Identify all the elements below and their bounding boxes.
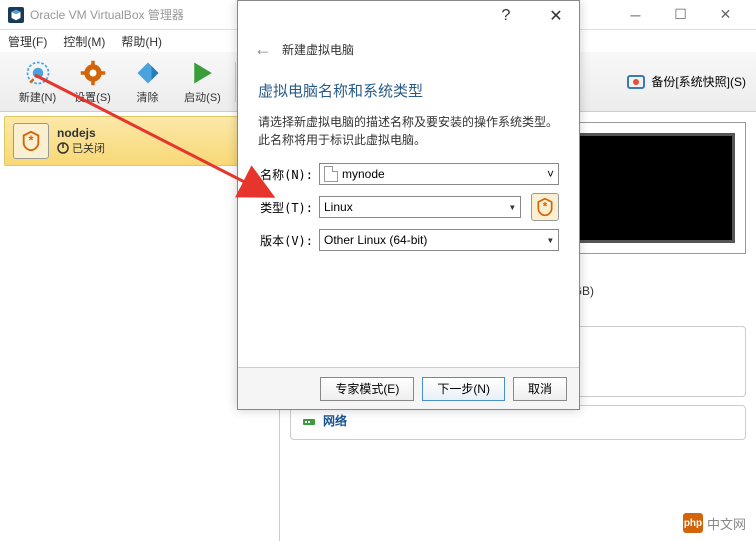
app-icon	[8, 7, 24, 23]
dialog-footer: 专家模式(E) 下一步(N) 取消	[238, 367, 579, 409]
clear-label: 清除	[137, 89, 159, 105]
dialog-title: 新建虚拟电脑	[282, 41, 354, 58]
dialog-header: ← 新建虚拟电脑	[238, 31, 579, 68]
network-icon	[301, 413, 317, 429]
dialog-close-button[interactable]: ✕	[541, 6, 571, 26]
version-select[interactable]: Other Linux (64-bit)	[319, 229, 559, 251]
network-header[interactable]: 网络	[301, 412, 735, 429]
settings-label: 设置(S)	[74, 89, 111, 105]
file-icon	[324, 166, 338, 182]
settings-icon	[79, 59, 107, 87]
start-button[interactable]: 启动(S)	[175, 57, 230, 107]
watermark-text: 中文网	[707, 514, 746, 533]
menu-help[interactable]: 帮助(H)	[121, 33, 162, 50]
name-label: 名称(N):	[258, 166, 313, 183]
close-button[interactable]: ✕	[703, 0, 748, 30]
type-select[interactable]: Linux	[319, 196, 521, 218]
maximize-button[interactable]: ☐	[658, 0, 703, 30]
dialog-heading: 虚拟电脑名称和系统类型	[258, 80, 559, 101]
dialog-body: 虚拟电脑名称和系统类型 请选择新虚拟电脑的描述名称及要安装的操作系统类型。此名称…	[238, 68, 579, 271]
snapshot-icon	[627, 75, 645, 89]
back-icon[interactable]: ←	[254, 39, 272, 60]
new-vm-dialog: ? ✕ ← 新建虚拟电脑 虚拟电脑名称和系统类型 请选择新虚拟电脑的描述名称及要…	[237, 0, 580, 410]
cancel-button[interactable]: 取消	[513, 377, 567, 401]
vm-os-icon: *	[13, 123, 49, 159]
version-label: 版本(V):	[258, 232, 313, 249]
svg-text:*: *	[543, 200, 548, 213]
network-section: 网络	[290, 405, 746, 440]
type-row: 类型(T): Linux *	[258, 193, 559, 221]
name-row: 名称(N): mynode ˅	[258, 163, 559, 185]
toolbar-separator	[235, 62, 236, 102]
power-icon	[57, 142, 69, 154]
clear-button[interactable]: 清除	[120, 57, 175, 107]
clear-icon	[134, 59, 162, 87]
watermark-icon: php	[683, 513, 703, 533]
new-button[interactable]: 新建(N)	[10, 57, 65, 107]
watermark: php 中文网	[683, 513, 746, 533]
name-input[interactable]: mynode ˅	[319, 163, 559, 185]
new-icon	[24, 59, 52, 87]
dialog-description: 请选择新虚拟电脑的描述名称及要安装的操作系统类型。此名称将用于标识此虚拟电脑。	[258, 113, 559, 149]
expert-mode-button[interactable]: 专家模式(E)	[320, 377, 414, 401]
dialog-titlebar: ? ✕	[238, 1, 579, 31]
minimize-button[interactable]: ─	[613, 0, 658, 30]
vm-status: 已关闭	[57, 140, 105, 156]
start-label: 启动(S)	[184, 89, 221, 105]
type-label: 类型(T):	[258, 199, 313, 216]
next-button[interactable]: 下一步(N)	[422, 377, 505, 401]
snapshot-label[interactable]: 备份[系统快照](S)	[651, 73, 746, 90]
menu-manage[interactable]: 管理(F)	[8, 33, 47, 50]
version-row: 版本(V): Other Linux (64-bit)	[258, 229, 559, 251]
settings-button[interactable]: 设置(S)	[65, 57, 120, 107]
os-type-icon: *	[531, 193, 559, 221]
svg-text:*: *	[29, 133, 34, 148]
new-label: 新建(N)	[19, 89, 56, 105]
start-icon	[189, 59, 217, 87]
vm-name: nodejs	[57, 126, 105, 140]
vm-item-nodejs[interactable]: * nodejs 已关闭	[4, 116, 275, 166]
dialog-help-button[interactable]: ?	[491, 7, 521, 25]
menu-control[interactable]: 控制(M)	[63, 33, 105, 50]
